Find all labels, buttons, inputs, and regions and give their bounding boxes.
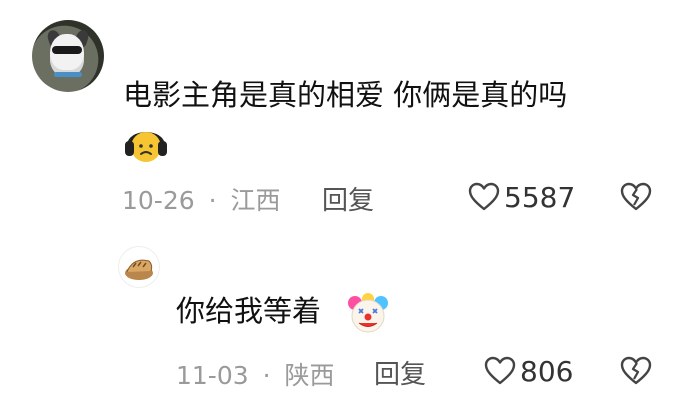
reply-like-count: 806 [520,354,574,388]
meta-separator: · [208,186,217,215]
replier-avatar[interactable] [118,246,160,288]
comment-text: 电影主角是真的相爱 你俩是真的吗 [123,78,568,112]
reply-like-button[interactable]: 806 [484,354,573,388]
like-button[interactable]: 5587 [468,180,575,214]
clown-face-emoji-icon [348,293,388,333]
reply-location: 陕西 [284,361,335,390]
comment-location: 江西 [230,186,281,215]
reply-button[interactable]: 回复 [322,180,374,217]
broken-heart-icon[interactable] [620,356,652,386]
meta-separator: · [262,361,271,390]
reply-meta: 11-03 · 陕西 [176,356,335,392]
like-count: 5587 [504,180,576,214]
headphones-worried-emoji-icon [125,132,167,162]
comment-meta: 10-26 · 江西 [122,181,281,217]
commenter-avatar[interactable] [32,20,104,92]
comment-date: 10-26 [122,186,195,215]
heart-outline-icon [484,356,516,385]
reply-reply-button[interactable]: 回复 [374,354,426,391]
broken-heart-icon[interactable] [620,182,652,212]
reply-date: 11-03 [176,361,249,390]
heart-outline-icon [468,182,500,211]
bread-icon [125,259,153,280]
reply-text: 你给我等着 [176,294,322,328]
